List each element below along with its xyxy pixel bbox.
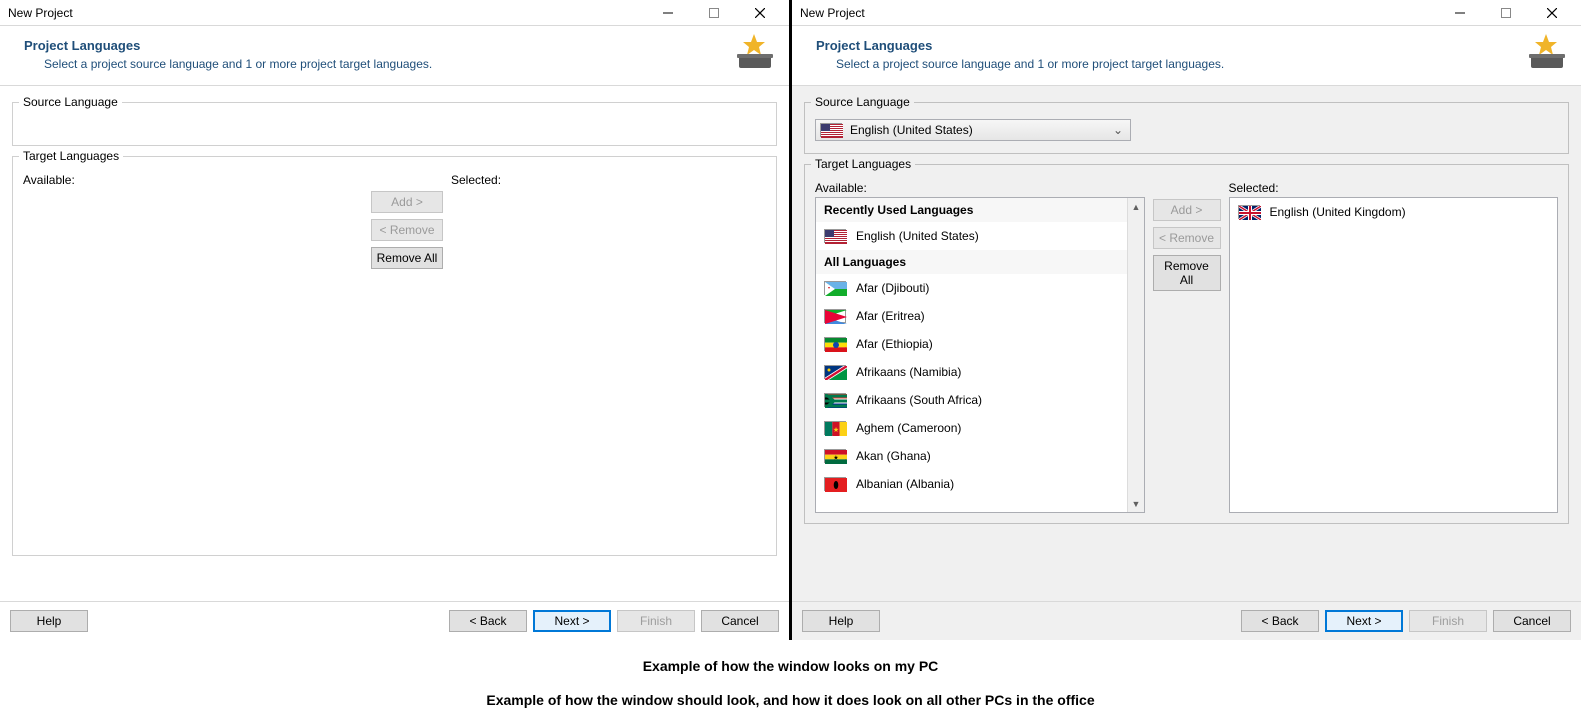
svg-text:★: ★ xyxy=(833,426,839,434)
flag-icon: ★ xyxy=(824,421,846,435)
caption-left: Example of how the window looks on my PC xyxy=(396,640,1185,674)
flag-icon xyxy=(824,337,846,351)
flag-icon xyxy=(824,477,846,491)
help-button[interactable]: Help xyxy=(10,610,88,632)
wizard-icon xyxy=(1525,34,1567,70)
cancel-button[interactable]: Cancel xyxy=(1493,610,1571,632)
flag-icon xyxy=(824,281,846,295)
flag-icon xyxy=(820,123,842,137)
remove-all-button[interactable]: Remove All xyxy=(1153,255,1221,291)
wizard-footer: Help < Back Next > Finish Cancel xyxy=(0,601,789,640)
minimize-button[interactable] xyxy=(1437,0,1483,26)
language-name: Akan (Ghana) xyxy=(856,449,931,463)
minimize-button[interactable] xyxy=(645,0,691,26)
available-languages-list[interactable]: Recently Used Languages English (United S… xyxy=(815,197,1145,513)
source-language-group: Source Language xyxy=(12,102,777,146)
remove-button[interactable]: < Remove xyxy=(1153,227,1221,249)
list-item[interactable]: Afrikaans (Namibia) xyxy=(816,358,1127,386)
wizard-footer: Help < Back Next > Finish Cancel xyxy=(792,601,1581,640)
list-item[interactable]: Afar (Ethiopia) xyxy=(816,330,1127,358)
scroll-down-icon[interactable]: ▼ xyxy=(1128,495,1145,512)
target-languages-label: Target Languages xyxy=(19,149,123,163)
target-languages-group: Target Languages Available: Add > < Remo… xyxy=(12,156,777,556)
list-item[interactable]: Afar (Djibouti) xyxy=(816,274,1127,302)
banner-title: Project Languages xyxy=(816,38,1525,53)
flag-icon xyxy=(824,229,846,243)
wizard-icon xyxy=(733,34,775,70)
source-language-value: English (United States) xyxy=(850,123,973,137)
target-languages-group: Target Languages Available: Recently Use… xyxy=(804,164,1569,524)
svg-text:★: ★ xyxy=(833,455,838,462)
banner-subtitle: Select a project source language and 1 o… xyxy=(836,57,1525,71)
language-name: Afar (Eritrea) xyxy=(856,309,925,323)
back-button[interactable]: < Back xyxy=(1241,610,1319,632)
list-item[interactable]: English (United States) xyxy=(816,222,1127,250)
remove-all-button[interactable]: Remove All xyxy=(371,247,443,269)
available-label: Available: xyxy=(815,181,1145,195)
flag-icon xyxy=(824,393,846,407)
cancel-button[interactable]: Cancel xyxy=(701,610,779,632)
content-area: Source Language Target Languages Availab… xyxy=(0,86,789,601)
scroll-up-icon[interactable]: ▲ xyxy=(1128,198,1145,215)
titlebar: New Project xyxy=(0,0,789,26)
maximize-button[interactable] xyxy=(691,0,737,26)
window-title: New Project xyxy=(800,6,1437,20)
close-button[interactable] xyxy=(737,0,783,26)
language-name: Afar (Ethiopia) xyxy=(856,337,933,351)
back-button[interactable]: < Back xyxy=(449,610,527,632)
list-item[interactable]: ★ Akan (Ghana) xyxy=(816,442,1127,470)
close-button[interactable] xyxy=(1529,0,1575,26)
language-name: English (United Kingdom) xyxy=(1270,205,1406,219)
language-name: Afar (Djibouti) xyxy=(856,281,929,295)
all-header: All Languages xyxy=(816,250,1127,274)
next-button[interactable]: Next > xyxy=(1325,610,1403,632)
banner-title: Project Languages xyxy=(24,38,733,53)
list-item[interactable]: Afar (Eritrea) xyxy=(816,302,1127,330)
add-button[interactable]: Add > xyxy=(371,191,443,213)
list-item[interactable]: ★ Aghem (Cameroon) xyxy=(816,414,1127,442)
window-right: New Project Project Languages Select a p… xyxy=(792,0,1581,640)
language-name: English (United States) xyxy=(856,229,979,243)
source-language-label: Source Language xyxy=(19,95,122,109)
window-title: New Project xyxy=(8,6,645,20)
wizard-banner: Project Languages Select a project sourc… xyxy=(792,26,1581,86)
source-language-group: Source Language English (United States) … xyxy=(804,102,1569,154)
language-name: Afrikaans (South Africa) xyxy=(856,393,982,407)
selected-label: Selected: xyxy=(451,173,766,187)
window-left: New Project Project Languages Select a p… xyxy=(0,0,789,640)
source-language-dropdown[interactable]: English (United States) ⌄ xyxy=(815,119,1131,141)
language-name: Afrikaans (Namibia) xyxy=(856,365,961,379)
caption-right: Example of how the window should look, a… xyxy=(396,674,1185,708)
list-item[interactable]: English (United Kingdom) xyxy=(1230,198,1558,226)
help-button[interactable]: Help xyxy=(802,610,880,632)
flag-icon xyxy=(1238,205,1260,219)
selected-languages-list[interactable]: English (United Kingdom) xyxy=(1229,197,1559,513)
wizard-banner: Project Languages Select a project sourc… xyxy=(0,26,789,86)
maximize-button[interactable] xyxy=(1483,0,1529,26)
flag-icon: ★ xyxy=(824,449,846,463)
list-item[interactable]: Albanian (Albania) xyxy=(816,470,1127,498)
banner-subtitle: Select a project source language and 1 o… xyxy=(44,57,733,71)
recent-header: Recently Used Languages xyxy=(816,198,1127,222)
add-button[interactable]: Add > xyxy=(1153,199,1221,221)
selected-label: Selected: xyxy=(1229,181,1559,195)
target-languages-label: Target Languages xyxy=(811,157,915,171)
chevron-down-icon: ⌄ xyxy=(1110,123,1126,137)
language-name: Albanian (Albania) xyxy=(856,477,954,491)
flag-icon xyxy=(824,365,846,379)
content-area: Source Language English (United States) … xyxy=(792,86,1581,601)
language-name: Aghem (Cameroon) xyxy=(856,421,961,435)
source-language-label: Source Language xyxy=(811,95,914,109)
finish-button[interactable]: Finish xyxy=(617,610,695,632)
available-label: Available: xyxy=(23,173,363,187)
remove-button[interactable]: < Remove xyxy=(371,219,443,241)
scrollbar[interactable]: ▲ ▼ xyxy=(1127,198,1144,512)
next-button[interactable]: Next > xyxy=(533,610,611,632)
titlebar: New Project xyxy=(792,0,1581,26)
finish-button[interactable]: Finish xyxy=(1409,610,1487,632)
flag-icon xyxy=(824,309,846,323)
list-item[interactable]: Afrikaans (South Africa) xyxy=(816,386,1127,414)
